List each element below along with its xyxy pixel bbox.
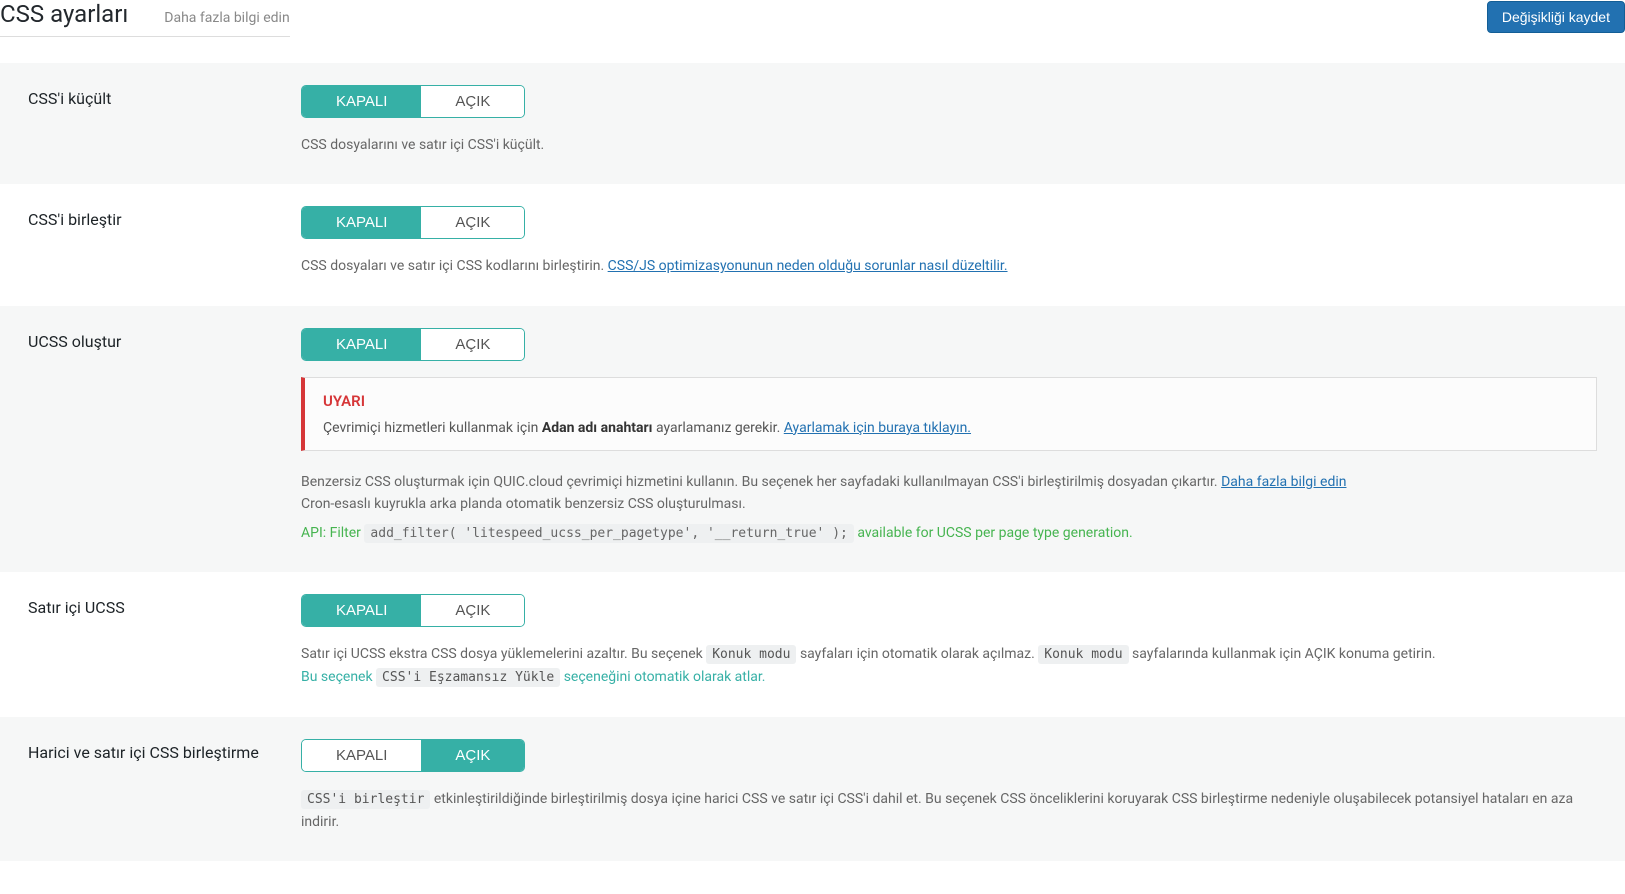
desc-text: CSS dosyaları ve satır içi CSS kodlarını… xyxy=(301,258,608,274)
toggle-off-css-minify[interactable]: KAPALI xyxy=(302,86,421,117)
label-css-minify: CSS'i küçült xyxy=(28,85,301,108)
api-tail: available for UCSS per page type generat… xyxy=(857,525,1132,541)
label-css-combine: CSS'i birleştir xyxy=(28,206,301,229)
notice-body: Çevrimiçi hizmetleri kullanmak için Adan… xyxy=(323,420,1578,436)
guest-mode-badge-1: Konuk modu xyxy=(706,645,796,664)
save-changes-button[interactable]: Değişikliği kaydet xyxy=(1487,1,1625,33)
css-combine-help-link[interactable]: CSS/JS optimizasyonunun neden olduğu sor… xyxy=(608,258,1008,274)
desc-css-minify: CSS dosyalarını ve satır içi CSS'i küçül… xyxy=(301,134,1597,156)
desc-ucss-api: API: Filter add_filter( 'litespeed_ucss_… xyxy=(301,522,1597,545)
toggle-off-css-combine[interactable]: KAPALI xyxy=(302,207,421,238)
toggle-on-inline-ucss[interactable]: AÇIK xyxy=(421,595,524,626)
toggle-on-css-minify[interactable]: AÇIK xyxy=(421,86,524,117)
toggle-on-ext-inline[interactable]: AÇIK xyxy=(421,740,524,771)
ucss-domain-key-link[interactable]: Ayarlamak için buraya tıklayın. xyxy=(784,420,971,436)
desc-inline-ucss-2: Bu seçenek CSS'i Eşzamansız Yükle seçene… xyxy=(301,666,1597,689)
row-css-minify: CSS'i küçült KAPALI AÇIK CSS dosyalarını… xyxy=(0,63,1625,184)
row-inline-ucss: Satır içi UCSS KAPALI AÇIK Satır içi UCS… xyxy=(0,572,1625,717)
label-ucss: UCSS oluştur xyxy=(28,328,301,351)
desc-ucss-1: Benzersiz CSS oluşturmak için QUIC.cloud… xyxy=(301,471,1597,493)
learn-more-link[interactable]: Daha fazla bilgi edin xyxy=(164,10,289,26)
toggle-on-css-combine[interactable]: AÇIK xyxy=(421,207,524,238)
toggle-on-ucss[interactable]: AÇIK xyxy=(421,329,524,360)
toggle-inline-ucss: KAPALI AÇIK xyxy=(301,594,525,627)
desc-inline-ucss-1: Satır içi UCSS ekstra CSS dosya yüklemel… xyxy=(301,643,1597,666)
toggle-off-inline-ucss[interactable]: KAPALI xyxy=(302,595,421,626)
row-ucss: UCSS oluştur KAPALI AÇIK UYARI Çevrimiçi… xyxy=(0,306,1625,573)
ucss-learn-more-link[interactable]: Daha fazla bilgi edin xyxy=(1221,474,1346,490)
toggle-ucss: KAPALI AÇIK xyxy=(301,328,525,361)
row-ext-inline-combine: Harici ve satır içi CSS birleştirme KAPA… xyxy=(0,717,1625,861)
css-combine-badge: CSS'i birleştir xyxy=(301,790,430,809)
toggle-ext-inline-combine: KAPALI AÇIK xyxy=(301,739,525,772)
css-async-badge: CSS'i Eşzamansız Yükle xyxy=(376,668,560,687)
desc-ext-inline: CSS'i birleştir etkinleştirildiğinde bir… xyxy=(301,788,1597,833)
desc-css-combine: CSS dosyaları ve satır içi CSS kodlarını… xyxy=(301,255,1597,277)
toggle-css-minify: KAPALI AÇIK xyxy=(301,85,525,118)
guest-mode-badge-2: Konuk modu xyxy=(1038,645,1128,664)
page-title: CSS ayarları xyxy=(0,0,128,28)
toggle-off-ucss[interactable]: KAPALI xyxy=(302,329,421,360)
notice-title: UYARI xyxy=(323,392,1578,410)
api-label: API: Filter xyxy=(301,525,361,541)
label-ext-inline-combine: Harici ve satır içi CSS birleştirme xyxy=(28,739,301,762)
api-code: add_filter( 'litespeed_ucss_per_pagetype… xyxy=(364,524,853,543)
desc-ucss-2: Cron-esaslı kuyrukla arka planda otomati… xyxy=(301,493,1597,515)
toggle-css-combine: KAPALI AÇIK xyxy=(301,206,525,239)
ucss-warning-notice: UYARI Çevrimiçi hizmetleri kullanmak içi… xyxy=(301,377,1597,451)
row-css-combine: CSS'i birleştir KAPALI AÇIK CSS dosyalar… xyxy=(0,184,1625,305)
toggle-off-ext-inline[interactable]: KAPALI xyxy=(302,740,421,771)
label-inline-ucss: Satır içi UCSS xyxy=(28,594,301,617)
